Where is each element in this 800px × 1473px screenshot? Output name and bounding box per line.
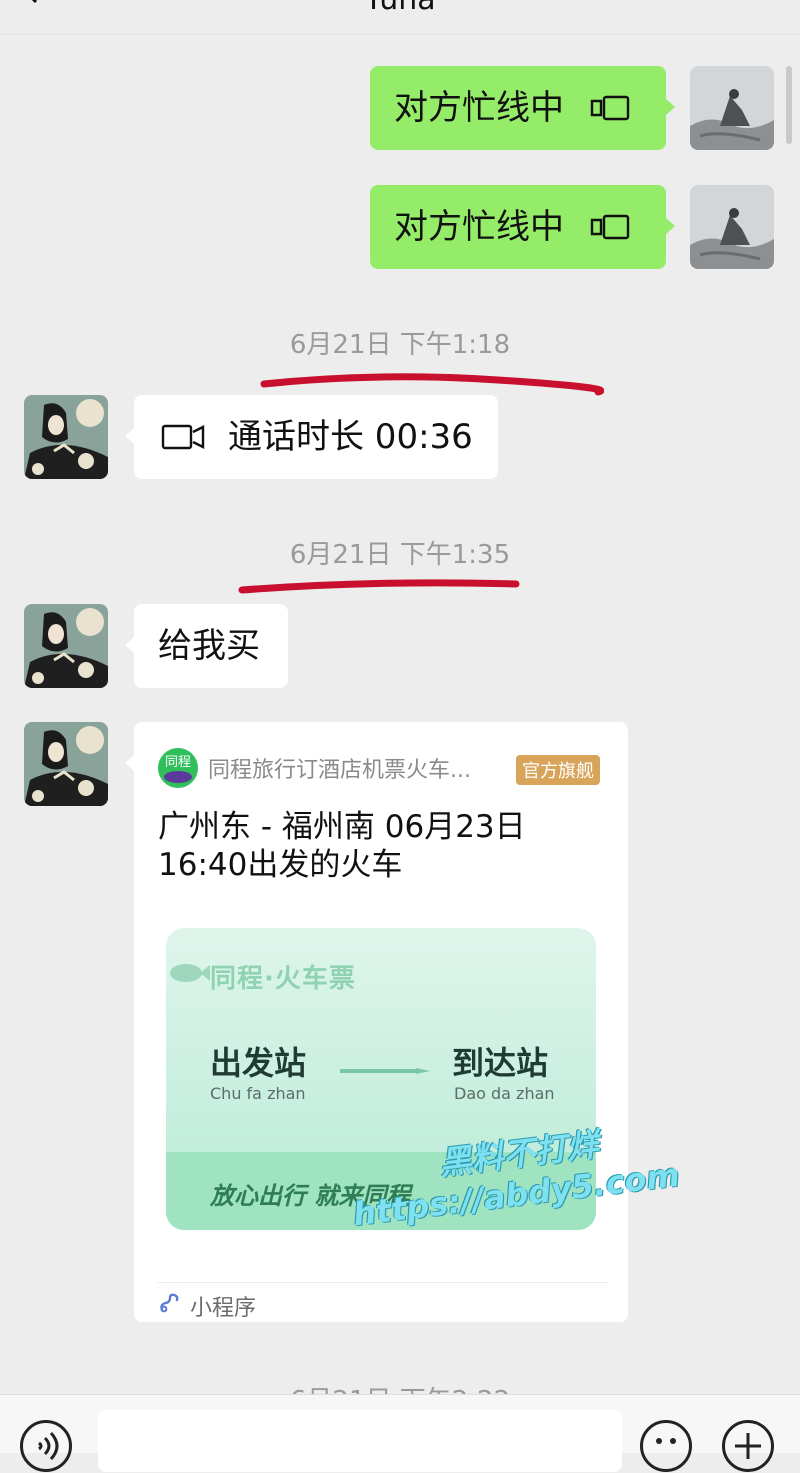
message-input[interactable] [98, 1410, 622, 1472]
my-avatar[interactable] [690, 66, 774, 150]
received-message-bubble[interactable]: 给我买 [125, 604, 288, 688]
voice-icon [38, 1431, 59, 1461]
app-logo: 同程 [158, 748, 198, 788]
video-call-icon [590, 95, 630, 121]
brand-text: 同程·火车票 [210, 964, 356, 994]
received-message-bubble[interactable]: 通话时长 00:36 [125, 395, 498, 479]
scroll-indicator[interactable] [786, 66, 792, 144]
message-text: 对方忙线中 [394, 88, 564, 128]
departure-pinyin: Chu fa zhan [210, 1084, 306, 1103]
mini-program-label: 小程序 [190, 1296, 257, 1321]
card-divider [158, 1282, 608, 1283]
my-avatar[interactable] [690, 185, 774, 269]
sent-message-bubble[interactable]: 对方忙线中 [370, 185, 675, 269]
message-text: 通话时长 00:36 [228, 417, 473, 457]
message-timestamp: 6月21日 下午1:18 [289, 330, 511, 360]
mini-program-card[interactable]: 同程 同程旅行订酒店机票火车... 官方旗舰 广州东 - 福州南 06月23日 … [125, 722, 628, 1322]
plus-icon [735, 1433, 761, 1459]
message-text: 对方忙线中 [394, 207, 564, 247]
arrival-station: 到达站 [452, 1044, 549, 1082]
contact-avatar[interactable] [24, 604, 108, 688]
more-options-button[interactable] [722, 1420, 774, 1472]
departure-station: 出发站 [210, 1044, 307, 1082]
message-timestamp: 6月21日 下午1:35 [289, 540, 511, 570]
emoji-icon [656, 1438, 676, 1444]
arrival-pinyin: Dao da zhan [454, 1084, 555, 1103]
voice-input-button[interactable] [20, 1420, 72, 1472]
contact-avatar[interactable] [24, 395, 108, 479]
emoji-button[interactable] [640, 1420, 692, 1472]
card-title: 广州东 - 福州南 06月23日 16:40出发的火车 [158, 809, 526, 883]
app-name: 同程旅行订酒店机票火车... [208, 758, 471, 783]
chat-title: Yuna [0, 0, 800, 17]
top-nav-bar: Yuna [0, 0, 800, 35]
video-call-icon [590, 214, 630, 240]
arrow-right-icon [340, 1068, 430, 1074]
mini-program-icon [160, 1293, 179, 1313]
sent-message-bubble[interactable]: 对方忙线中 [370, 66, 675, 150]
red-underline-annotation [238, 579, 520, 594]
fish-logo-icon [170, 964, 210, 982]
official-badge: 官方旗舰 [516, 755, 600, 785]
contact-avatar[interactable] [24, 722, 108, 806]
video-call-icon [161, 424, 205, 450]
message-text: 给我买 [158, 626, 260, 666]
